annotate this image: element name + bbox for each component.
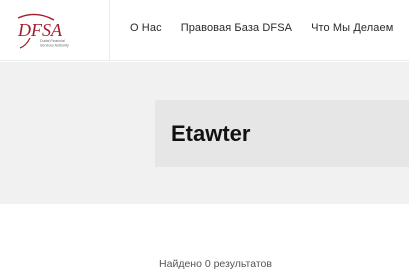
page-title-box: Etawter [155,100,409,167]
nav-item-legal-framework[interactable]: Правовая База DFSA [181,22,292,34]
svg-text:Services Authority: Services Authority [40,44,69,48]
nav-item-what-we-do[interactable]: Что Мы Делаем [311,22,393,34]
site-header: DFSA Dubai Financial Services Authority … [0,0,409,61]
search-results-count: Найдено 0 результатов [159,258,272,270]
page-title: Etawter [171,121,251,146]
dfsa-logo-icon: DFSA Dubai Financial Services Authority [17,13,69,49]
header-divider [109,0,110,61]
dfsa-logo[interactable]: DFSA Dubai Financial Services Authority [12,8,84,50]
hero-banner: Etawter [0,62,409,204]
svg-text:Dubai Financial: Dubai Financial [40,39,65,43]
nav-item-about[interactable]: О Нас [130,22,162,34]
main-nav: О Нас Правовая База DFSA Что Мы Делаем [130,22,393,34]
svg-text:DFSA: DFSA [17,20,63,40]
